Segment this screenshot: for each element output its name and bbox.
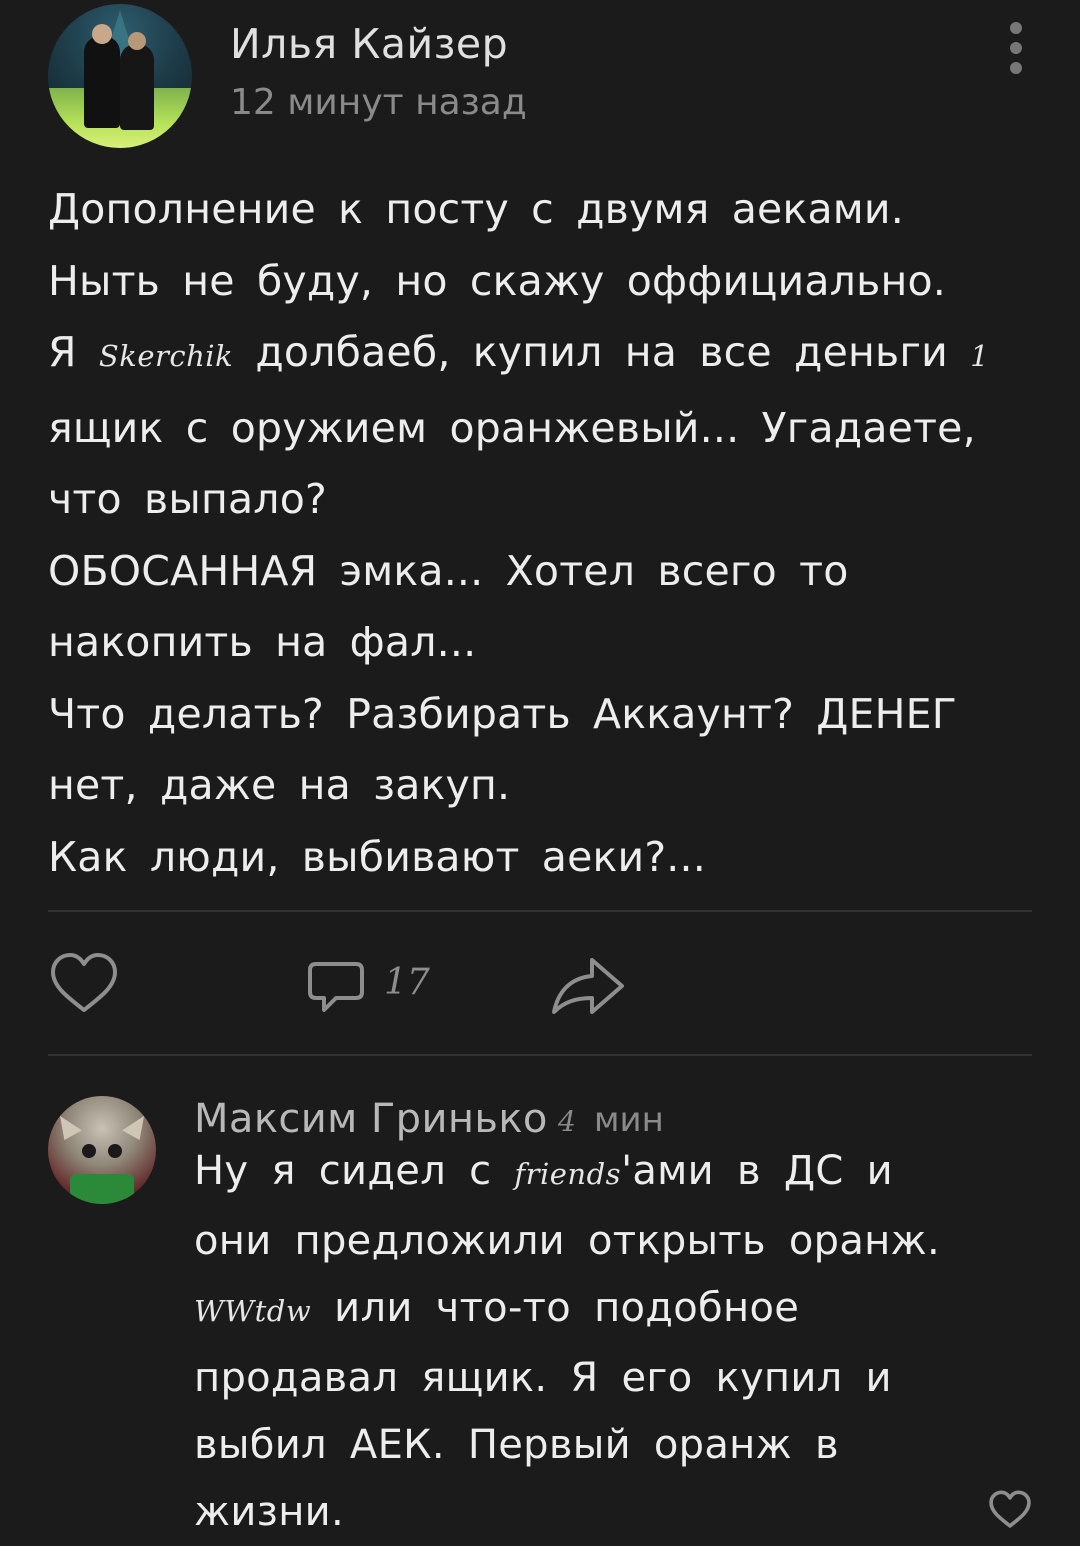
comment-timestamp: 4 мин [558, 1100, 664, 1140]
post-line: Я Skerchik долбаеб, купил на все деньги … [48, 328, 990, 376]
avatar-cat-eye [108, 1144, 122, 1158]
comments-button[interactable]: 17 [304, 948, 444, 1020]
comment-line: жизни. [194, 1489, 344, 1535]
post-timestamp: 12 минут назад [230, 82, 527, 123]
author-name[interactable]: Илья Кайзер [230, 20, 508, 68]
heart-icon [989, 1490, 1031, 1528]
stylized-nickname: WWtdw [194, 1294, 312, 1328]
post-actions: 17 [48, 940, 1032, 1030]
comment-bubble-icon [308, 962, 364, 1012]
post-header: Илья Кайзер 12 минут назад [48, 0, 1048, 150]
post-line: Как люди, выбивают аеки?... [48, 832, 707, 881]
comment-line: они предложили открыть оранж. [194, 1218, 940, 1264]
stylized-nickname: Skerchik [98, 339, 234, 373]
comment-line: WWtdw или что-то подобное [194, 1285, 800, 1331]
avatar-person-right [120, 44, 154, 130]
commenter-name[interactable]: Максим Гринько [194, 1096, 548, 1142]
post-line: ОБОСАННАЯ эмка... Хотел всего то [48, 546, 849, 595]
dot-icon [1010, 62, 1022, 74]
dot-icon [1010, 22, 1022, 34]
post-line: Что делать? Разбирать Аккаунт? ДЕНЕГ [48, 689, 957, 738]
comment-time-number: 4 [558, 1105, 576, 1138]
like-button[interactable] [48, 948, 120, 1020]
post-body: Дополнение к посту с двумя аеками. Ныть … [48, 174, 1038, 893]
share-button[interactable] [548, 948, 628, 1020]
comment-line: Ну я сидел с friends'ами в ДС и [194, 1148, 893, 1194]
avatar-cat-ear [122, 1116, 144, 1140]
post-line: накопить на фал... [48, 618, 477, 666]
share-arrow-icon [552, 958, 624, 1014]
comment-count: 17 [384, 962, 430, 1003]
comment-body: Ну я сидел с friends'ами в ДС и они пред… [194, 1138, 1024, 1546]
avatar-head-left [92, 24, 112, 44]
stylized-number: 1 [970, 339, 990, 373]
more-options-button[interactable] [996, 20, 1036, 76]
author-avatar[interactable] [48, 4, 192, 148]
avatar-head-right [128, 32, 146, 50]
dot-icon [1010, 42, 1022, 54]
comment-time-unit: мин [593, 1100, 664, 1140]
divider [48, 910, 1032, 912]
heart-icon [51, 953, 117, 1012]
commenter-avatar[interactable] [48, 1096, 156, 1204]
avatar-cat-eye [82, 1144, 96, 1158]
comment-line: выбил АЕК. Первый оранж в [194, 1422, 839, 1468]
avatar-person-left [84, 36, 120, 128]
post-line: Дополнение к посту с двумя аеками. [48, 185, 904, 233]
post-line: ящик с оружием оранжевый... Угадаете, [48, 403, 976, 452]
post-line: нет, даже на закуп. [48, 761, 511, 809]
post-line: Ныть не буду, но скажу оффициально. [48, 256, 946, 305]
divider [48, 1054, 1032, 1056]
comment: Максим Гринько 4 мин Ну я сидел с friends… [48, 1092, 1032, 1538]
avatar-cup [70, 1174, 134, 1204]
avatar-cat-ear [60, 1116, 82, 1140]
comment-like-button[interactable] [988, 1488, 1032, 1532]
stylized-word: friends [514, 1157, 622, 1191]
post-line: что выпало? [48, 475, 327, 523]
comment-line: продавал ящик. Я его купил и [194, 1355, 892, 1401]
